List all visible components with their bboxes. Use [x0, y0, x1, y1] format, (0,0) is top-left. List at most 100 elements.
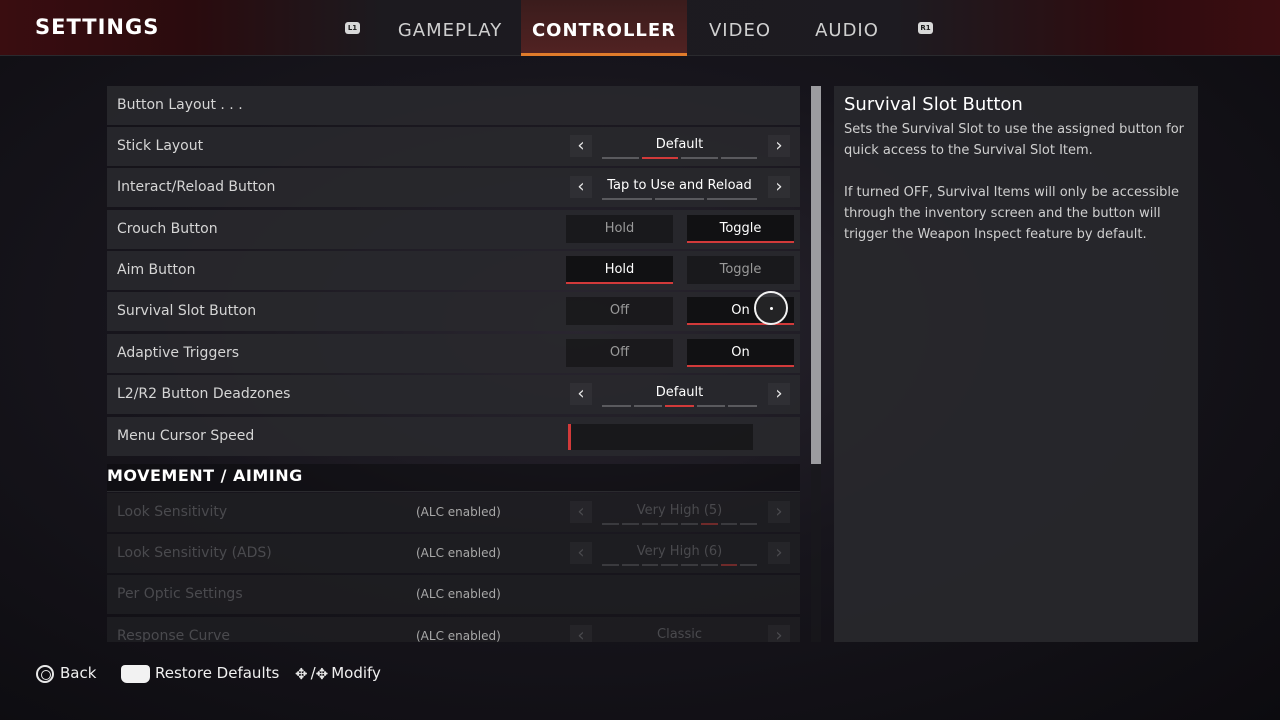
- selector-tick: [700, 564, 718, 566]
- slider-fill: [568, 424, 571, 450]
- selector-tick: [661, 564, 678, 566]
- selector-ticks: [602, 157, 757, 159]
- row-menu-cursor-speed[interactable]: Menu Cursor Speed: [107, 417, 800, 456]
- toggle-option[interactable]: On: [687, 339, 794, 367]
- alc-note: (ALC enabled): [416, 546, 501, 560]
- description-panel: Survival Slot Button Sets the Survival S…: [834, 86, 1198, 642]
- selector-tick: [641, 564, 659, 566]
- chevron-left-icon[interactable]: ‹: [570, 135, 592, 157]
- selector-tick: [641, 157, 678, 159]
- alc-note: (ALC enabled): [416, 505, 501, 519]
- selector-tick: [720, 564, 738, 566]
- restore-defaults-button[interactable]: Restore Defaults: [121, 662, 279, 684]
- row-per-optic-settings: Per Optic Settings (ALC enabled): [107, 575, 800, 614]
- selector-tick: [681, 523, 698, 525]
- touchpad-icon: [121, 664, 150, 683]
- row-label: Stick Layout: [117, 138, 204, 154]
- row-label: Aim Button: [117, 262, 196, 278]
- chevron-right-icon[interactable]: ›: [768, 383, 790, 405]
- selector-tick: [633, 405, 663, 407]
- alc-note: (ALC enabled): [416, 629, 501, 642]
- row-label: Adaptive Triggers: [117, 345, 239, 361]
- toggle-option[interactable]: Toggle: [687, 215, 794, 243]
- row-survival-slot-button[interactable]: Survival Slot Button Off On: [107, 292, 800, 331]
- selector-tick: [641, 523, 659, 525]
- chevron-right-icon: ›: [768, 501, 790, 523]
- page-title: SETTINGS: [35, 15, 160, 39]
- chevron-left-icon[interactable]: ‹: [570, 176, 592, 198]
- alc-note: (ALC enabled): [416, 587, 501, 601]
- row-label: Survival Slot Button: [117, 303, 257, 319]
- selector-tick: [681, 157, 718, 159]
- row-label: Menu Cursor Speed: [117, 428, 255, 444]
- scrollbar-thumb[interactable]: [811, 86, 821, 465]
- description-text: Sets the Survival Slot to use the assign…: [844, 119, 1189, 245]
- row-label: Look Sensitivity (ADS): [117, 545, 272, 561]
- selector-tick: [602, 157, 639, 159]
- chevron-left-icon: ‹: [570, 625, 592, 642]
- cursor-speed-slider[interactable]: [568, 424, 753, 450]
- row-label: Response Curve: [117, 628, 230, 642]
- selector-ticks: [602, 564, 757, 566]
- modify-button[interactable]: ✥/✥ Modify: [295, 662, 381, 684]
- row-interact-reload[interactable]: Interact/Reload Button ‹ Tap to Use and …: [107, 168, 800, 207]
- gamepad-cursor-icon: [754, 291, 788, 325]
- chevron-right-icon[interactable]: ›: [768, 176, 790, 198]
- section-header-movement-aiming: MOVEMENT / AIMING: [107, 464, 800, 492]
- selector-tick: [661, 523, 678, 525]
- toggle-option[interactable]: Hold: [566, 215, 673, 243]
- row-button-layout[interactable]: Button Layout . . .: [107, 86, 800, 125]
- row-label: Crouch Button: [117, 221, 218, 237]
- circle-button-icon: [36, 664, 54, 683]
- selector-tick: [654, 198, 705, 200]
- toggle-option[interactable]: Off: [566, 339, 673, 367]
- restore-defaults-label: Restore Defaults: [155, 664, 280, 682]
- selector-tick: [728, 405, 757, 407]
- selector-tick: [740, 564, 757, 566]
- chevron-right-icon: ›: [768, 542, 790, 564]
- selector-tick: [621, 523, 639, 525]
- row-trigger-deadzones[interactable]: L2/R2 Button Deadzones ‹ Default ›: [107, 375, 800, 414]
- chevron-right-icon: ›: [768, 625, 790, 642]
- selector-tick: [720, 523, 738, 525]
- row-adaptive-triggers[interactable]: Adaptive Triggers Off On: [107, 334, 800, 373]
- l1-bumper-icon: L1: [345, 22, 360, 34]
- tab-audio[interactable]: AUDIO: [805, 0, 889, 56]
- back-label: Back: [60, 664, 97, 682]
- cursor-dot: [770, 307, 773, 310]
- selector-tick: [696, 405, 726, 407]
- selector-tick: [720, 157, 757, 159]
- chevron-left-icon: ‹: [570, 542, 592, 564]
- dpad-icon: ✥: [295, 664, 308, 683]
- selector-tick: [707, 198, 758, 200]
- toggle-option[interactable]: Hold: [566, 256, 673, 284]
- left-stick-icon: ✥: [315, 664, 329, 683]
- tab-video[interactable]: VIDEO: [699, 0, 781, 56]
- selector-tick: [602, 198, 652, 200]
- chevron-left-icon[interactable]: ‹: [570, 383, 592, 405]
- row-look-sensitivity-ads: Look Sensitivity (ADS) (ALC enabled) ‹ V…: [107, 534, 800, 573]
- tab-gameplay[interactable]: GAMEPLAY: [386, 0, 514, 56]
- scrollbar[interactable]: [811, 86, 821, 642]
- chevron-left-icon: ‹: [570, 501, 592, 523]
- row-aim-button[interactable]: Aim Button Hold Toggle: [107, 251, 800, 290]
- top-bar: SETTINGS L1 GAMEPLAY CONTROLLER VIDEO AU…: [0, 0, 1280, 56]
- chevron-right-icon[interactable]: ›: [768, 135, 790, 157]
- selector-tick: [665, 405, 694, 407]
- row-crouch-button[interactable]: Crouch Button Hold Toggle: [107, 210, 800, 249]
- selector-tick: [740, 523, 757, 525]
- row-label: Button Layout . . .: [117, 97, 243, 113]
- row-stick-layout[interactable]: Stick Layout ‹ Default ›: [107, 127, 800, 166]
- toggle-option[interactable]: Off: [566, 297, 673, 325]
- selector-ticks: [602, 523, 757, 525]
- row-label: Interact/Reload Button: [117, 179, 276, 195]
- description-title: Survival Slot Button: [844, 94, 1023, 115]
- selector-ticks: [602, 405, 757, 407]
- toggle-option[interactable]: Toggle: [687, 256, 794, 284]
- row-label: L2/R2 Button Deadzones: [117, 386, 291, 402]
- tab-controller[interactable]: CONTROLLER: [521, 0, 687, 56]
- selector-value: Classic: [657, 627, 702, 642]
- back-button[interactable]: Back: [36, 662, 96, 684]
- selector-ticks: [602, 198, 758, 200]
- description-paragraph: Sets the Survival Slot to use the assign…: [844, 122, 1184, 158]
